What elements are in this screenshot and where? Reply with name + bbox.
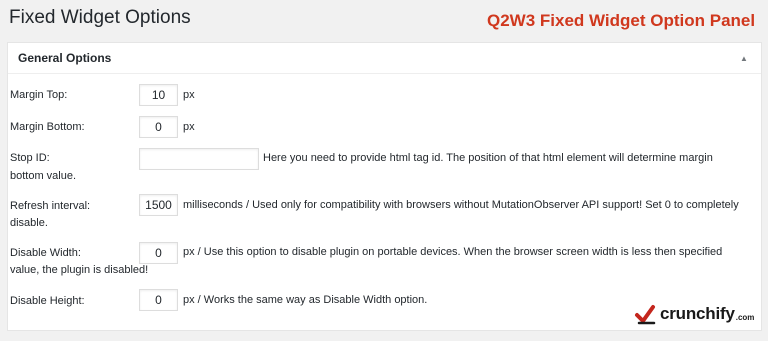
- stop-id-label: Stop ID:: [10, 152, 50, 164]
- overlay-title: Q2W3 Fixed Widget Option Panel: [487, 11, 756, 30]
- refresh-interval-input[interactable]: [139, 194, 178, 216]
- crunchify-logo: crunchify .com: [634, 303, 754, 325]
- disable-width-label: Disable Width:: [10, 247, 81, 259]
- stop-id-input[interactable]: [139, 148, 259, 170]
- refresh-interval-label: Refresh interval:: [10, 200, 91, 212]
- disable-height-description: px / Works the same way as Disable Width…: [183, 294, 428, 306]
- margin-bottom-input[interactable]: [139, 116, 178, 138]
- margin-bottom-label: Margin Bottom:: [10, 121, 85, 133]
- general-options-panel: General Options ▲: [7, 42, 762, 331]
- crunchify-logo-icon: [634, 303, 656, 325]
- disable-width-description-line1: px / Use this option to disable plugin o…: [183, 246, 723, 258]
- margin-top-unit: px: [183, 89, 195, 101]
- disable-height-label: Disable Height:: [10, 295, 85, 307]
- disable-height-input[interactable]: [139, 289, 178, 311]
- margin-top-label: Margin Top:: [10, 89, 68, 101]
- logo-suffix: .com: [735, 312, 755, 322]
- margin-top-input[interactable]: [139, 84, 178, 106]
- page-title: Fixed Widget Options: [9, 7, 191, 28]
- triangle-up-icon[interactable]: ▲: [737, 54, 751, 63]
- margin-bottom-unit: px: [183, 121, 195, 133]
- stop-id-description-line1: Here you need to provide html tag id. Th…: [263, 152, 713, 164]
- refresh-interval-description-line1: milliseconds / Used only for compatibili…: [183, 199, 739, 211]
- disable-width-description-line2: value, the plugin is disabled!: [10, 264, 149, 276]
- panel-title: General Options: [18, 51, 112, 65]
- logo-text: crunchify: [660, 304, 735, 323]
- panel-header[interactable]: General Options ▲: [8, 43, 761, 74]
- stop-id-description-line2: bottom value.: [10, 170, 77, 182]
- refresh-interval-description-line2: disable.: [10, 217, 48, 229]
